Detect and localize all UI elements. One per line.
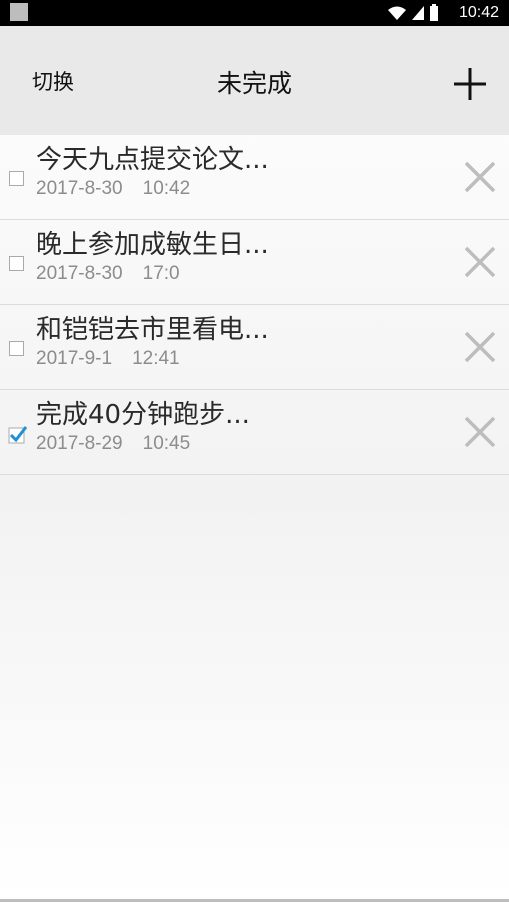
task-date: 2017-8-30: [36, 263, 123, 284]
wifi-icon: [388, 6, 406, 20]
plus-icon: [454, 68, 486, 100]
close-icon: [464, 416, 496, 448]
app-bar: 切换 未完成: [0, 26, 509, 135]
task-time: 10:42: [142, 178, 191, 199]
signal-icon: [412, 6, 424, 20]
notification-icon: [10, 3, 28, 21]
battery-icon: [430, 4, 438, 21]
task-item[interactable]: 完成40分钟跑步... 2017-8-29 10:45: [0, 390, 509, 475]
checkmark-icon: [8, 426, 28, 444]
task-time: 17:0: [142, 263, 180, 284]
task-title: 和铠铠去市里看电...: [36, 315, 269, 345]
close-icon: [464, 161, 496, 193]
task-date: 2017-8-29: [36, 433, 123, 454]
task-datetime: 2017-8-29 10:45: [36, 433, 190, 455]
task-time: 10:45: [142, 433, 191, 454]
close-icon: [464, 246, 496, 278]
task-datetime: 2017-8-30 17:0: [36, 263, 180, 285]
add-task-button[interactable]: [448, 62, 492, 106]
status-time: 10:42: [458, 4, 499, 21]
task-date: 2017-8-30: [36, 178, 123, 199]
task-datetime: 2017-9-1 12:41: [36, 348, 180, 370]
page-title: 未完成: [216, 69, 292, 98]
task-checkbox[interactable]: [9, 341, 24, 356]
task-checkbox[interactable]: [9, 171, 24, 186]
task-checkbox-checked[interactable]: [8, 424, 28, 444]
task-datetime: 2017-8-30 10:42: [36, 178, 190, 200]
task-list: 今天九点提交论文... 2017-8-30 10:42 晚上参加成敏生日... 2…: [0, 135, 509, 475]
delete-task-button[interactable]: [463, 415, 497, 449]
delete-task-button[interactable]: [463, 330, 497, 364]
task-item[interactable]: 晚上参加成敏生日... 2017-8-30 17:0: [0, 220, 509, 305]
task-date: 2017-9-1: [36, 348, 113, 369]
task-title: 今天九点提交论文...: [36, 145, 269, 175]
delete-task-button[interactable]: [463, 160, 497, 194]
task-time: 12:41: [132, 348, 180, 369]
task-item[interactable]: 和铠铠去市里看电... 2017-9-1 12:41: [0, 305, 509, 390]
close-icon: [464, 331, 496, 363]
status-icons: [387, 4, 439, 22]
task-title: 完成40分钟跑步...: [36, 400, 250, 430]
status-bar: 10:42: [0, 0, 509, 26]
task-checkbox[interactable]: [9, 256, 24, 271]
task-title: 晚上参加成敏生日...: [36, 230, 269, 260]
switch-button[interactable]: 切换: [32, 66, 74, 96]
task-item[interactable]: 今天九点提交论文... 2017-8-30 10:42: [0, 135, 509, 220]
delete-task-button[interactable]: [463, 245, 497, 279]
